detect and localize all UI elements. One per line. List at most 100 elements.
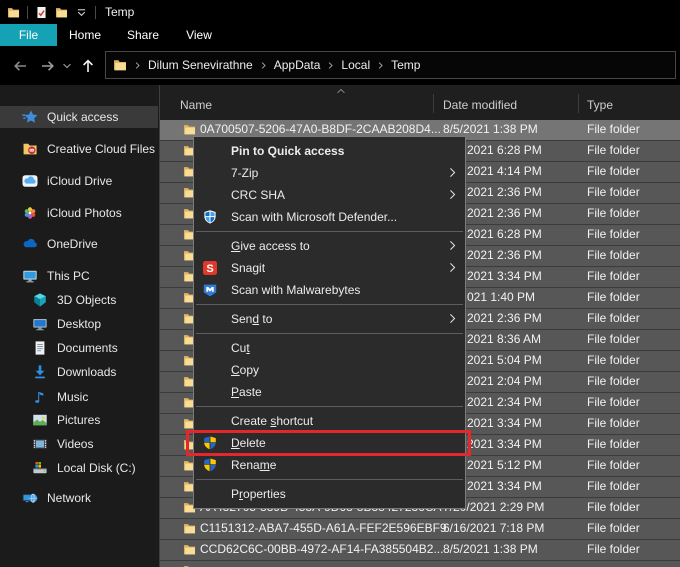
menu-item-label: Paste <box>231 385 262 399</box>
file-type: File folder <box>587 458 640 472</box>
file-type: File folder <box>587 542 640 556</box>
menu-item-scan-with-microsoft-defender[interactable]: Scan with Microsoft Defender... <box>194 206 465 228</box>
file-type: File folder <box>587 332 640 346</box>
submenu-chevron-icon <box>447 313 458 324</box>
file-date-modified: 2021 3:34 PM <box>467 416 542 430</box>
folder-icon <box>113 58 127 72</box>
menu-item-scan-with-malwarebytes[interactable]: Scan with Malwarebytes <box>194 279 465 301</box>
folder-icon <box>183 122 196 137</box>
file-row[interactable] <box>160 561 680 567</box>
menu-item-copy[interactable]: Copy <box>194 359 465 381</box>
menu-item-label: Scan with Microsoft Defender... <box>231 210 397 224</box>
sidebar-item-music[interactable]: Music <box>0 386 158 408</box>
menu-item-properties[interactable]: Properties <box>194 483 465 505</box>
column-header-date-modified[interactable]: Date modified <box>443 98 517 112</box>
menu-item-send-to[interactable]: Send to <box>194 308 465 330</box>
sidebar-item-local-disk-c[interactable]: Local Disk (C:) <box>0 457 158 479</box>
sidebar-item-documents[interactable]: Documents <box>0 337 158 359</box>
menu-item-label: Copy <box>231 363 259 377</box>
sidebar-item-label: Documents <box>57 341 118 355</box>
sidebar-item-this-pc[interactable]: This PC <box>0 265 158 287</box>
sidebar-item-label: Music <box>57 390 88 404</box>
nav-up-icon[interactable] <box>80 58 96 74</box>
file-date-modified: 2021 5:12 PM <box>467 458 542 472</box>
sidebar-item-creative-cloud-files[interactable]: Creative Cloud Files <box>0 138 158 160</box>
sidebar-item-network[interactable]: Network <box>0 487 158 509</box>
file-row-c1151312[interactable]: C1151312-ABA7-455D-A61A-FEF2E596EBF96/16… <box>160 519 680 540</box>
file-type: File folder <box>587 521 640 535</box>
sort-ascending-icon <box>336 86 346 96</box>
tab-share[interactable]: Share <box>120 24 166 46</box>
nav-dropdown-icon[interactable] <box>62 61 72 71</box>
sidebar-item-label: Pictures <box>57 413 100 427</box>
sidebar-item-onedrive[interactable]: OneDrive <box>0 233 158 255</box>
column-header-type[interactable]: Type <box>587 98 613 112</box>
sidebar-item-desktop[interactable]: Desktop <box>0 313 158 335</box>
sidebar-item-label: Downloads <box>57 365 116 379</box>
music-note-icon <box>32 389 48 405</box>
nav-back-icon[interactable] <box>12 58 28 74</box>
breadcrumb-temp[interactable]: Temp <box>391 58 420 72</box>
file-row-ccd62c6c[interactable]: CCD62C6C-00BB-4972-AF14-FA385504B2...8/5… <box>160 540 680 561</box>
submenu-chevron-icon <box>447 262 458 273</box>
context-menu: Pin to Quick access7-ZipCRC SHA Scan with… <box>193 136 466 509</box>
file-type: File folder <box>587 374 640 388</box>
menu-item-crc-sha[interactable]: CRC SHA <box>194 184 465 206</box>
crumb-chevron-icon <box>259 61 268 70</box>
sidebar-item-icloud-drive[interactable]: iCloud Drive <box>0 170 158 192</box>
tab-file[interactable]: File <box>0 24 57 46</box>
column-header-name[interactable]: Name <box>180 98 212 112</box>
sidebar-item-pictures[interactable]: Pictures <box>0 409 158 431</box>
sidebar-item-label: iCloud Drive <box>47 174 112 188</box>
sidebar-item-quick-access[interactable]: Quick access <box>0 106 158 128</box>
nav-forward-icon[interactable] <box>40 58 56 74</box>
breadcrumb-dilum-senevirathne[interactable]: Dilum Senevirathne <box>148 58 253 72</box>
qat-chevron-icon[interactable] <box>75 6 88 19</box>
video-film-icon <box>32 436 48 452</box>
file-date-modified: 2021 3:34 PM <box>467 437 542 451</box>
menu-item-7-zip[interactable]: 7-Zip <box>194 162 465 184</box>
folder-icon <box>183 521 196 536</box>
tab-home[interactable]: Home <box>62 24 108 46</box>
breadcrumb-local[interactable]: Local <box>341 58 370 72</box>
menu-item-delete[interactable]: Delete <box>194 432 465 454</box>
icloud-drive-icon <box>22 173 38 189</box>
window-title: Temp <box>105 5 134 19</box>
breadcrumb-appdata[interactable]: AppData <box>274 58 321 72</box>
column-divider[interactable] <box>578 94 579 113</box>
menu-item-label: Scan with Malwarebytes <box>231 283 360 297</box>
menu-item-rename[interactable]: Rename <box>194 454 465 476</box>
menu-item-paste[interactable]: Paste <box>194 381 465 403</box>
desktop-monitor-icon <box>32 316 48 332</box>
sidebar-item-3d-objects[interactable]: 3D Objects <box>0 289 158 311</box>
tab-view[interactable]: View <box>176 24 222 46</box>
folder-icon <box>183 542 196 557</box>
menu-item-create-shortcut[interactable]: Create shortcut <box>194 410 465 432</box>
folder-icon[interactable] <box>7 6 20 19</box>
titlebar: Temp <box>0 0 680 24</box>
menu-item-snagit[interactable]: SSnagit <box>194 257 465 279</box>
properties-check-icon[interactable] <box>35 6 48 19</box>
sidebar-item-downloads[interactable]: Downloads <box>0 361 158 383</box>
sidebar-item-videos[interactable]: Videos <box>0 433 158 455</box>
quick-access-star-icon <box>22 109 38 125</box>
picture-icon <box>32 412 48 428</box>
sidebar-item-label: Creative Cloud Files <box>47 142 155 156</box>
column-divider[interactable] <box>433 94 434 113</box>
file-type: File folder <box>587 227 640 241</box>
address-bar[interactable]: Dilum Senevirathne AppData Local Temp <box>105 51 676 79</box>
file-name: CCD62C6C-00BB-4972-AF14-FA385504B2... <box>200 542 443 556</box>
tab-home-label: Home <box>69 28 101 42</box>
file-type: File folder <box>587 437 640 451</box>
menu-item-label: Properties <box>231 487 286 501</box>
menu-item-pin-to-quick-access[interactable]: Pin to Quick access <box>194 140 465 162</box>
menu-item-label: Delete <box>231 436 266 450</box>
local-disk-icon <box>32 460 48 476</box>
menu-item-give-access-to[interactable]: Give access to <box>194 235 465 257</box>
file-date-modified: 2021 3:34 PM <box>467 269 542 283</box>
menu-item-cut[interactable]: Cut <box>194 337 465 359</box>
creative-cloud-folder-icon <box>22 141 38 157</box>
new-folder-icon[interactable] <box>55 6 68 19</box>
file-type: File folder <box>587 122 640 136</box>
sidebar-item-icloud-photos[interactable]: iCloud Photos <box>0 202 158 224</box>
